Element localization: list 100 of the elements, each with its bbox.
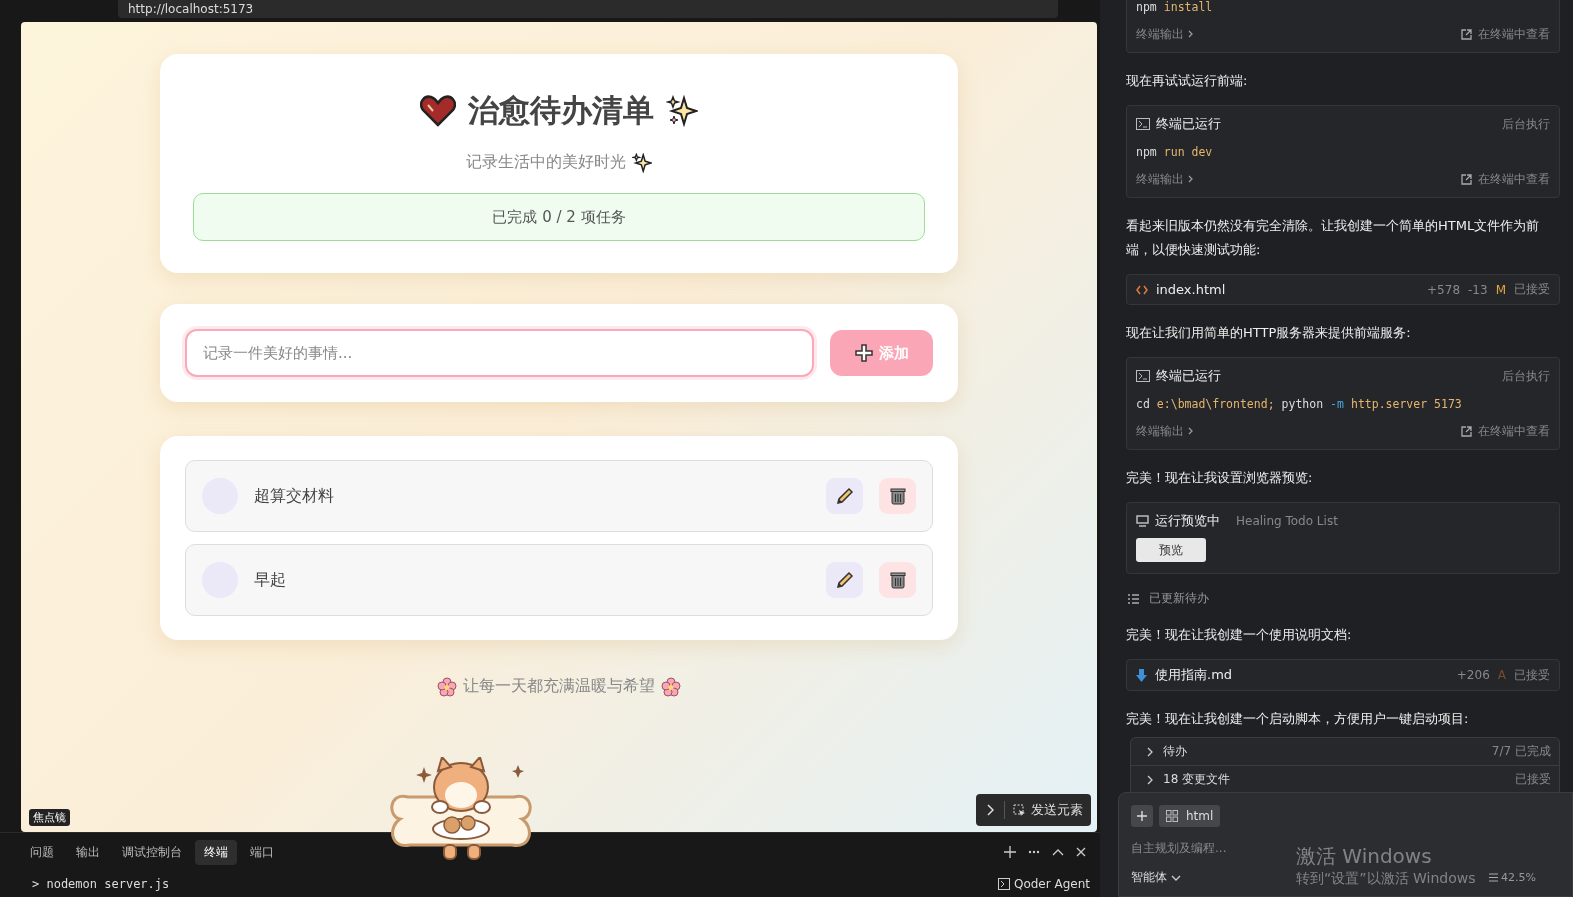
chevron-right-icon	[1147, 746, 1153, 757]
progress-summary: 已完成 0 / 2 项任务	[193, 193, 925, 241]
command-token: cd	[1136, 397, 1150, 411]
panel-tab[interactable]: 问题	[21, 839, 63, 865]
activation-title: 激活 Windows	[1296, 843, 1433, 870]
delete-button[interactable]	[879, 478, 916, 514]
command-token: npm	[1136, 145, 1157, 159]
app-title: 治愈待办清单	[468, 91, 654, 130]
lines-removed: -13	[1468, 282, 1488, 297]
terminal-title: 终端已运行	[1156, 367, 1221, 385]
plus-icon	[1137, 811, 1147, 821]
terminal-output-toggle[interactable]: 终端输出	[1136, 423, 1193, 440]
flower-icon	[661, 676, 681, 697]
file-change-card[interactable]: index.html +578 -13 M 已接受	[1126, 274, 1560, 305]
file-status-label: A	[1497, 668, 1506, 682]
panel-tab[interactable]: 端口	[241, 839, 283, 865]
external-link-icon	[1461, 426, 1472, 437]
trash-icon	[889, 487, 906, 505]
lines-added: +206	[1456, 668, 1490, 682]
terminal-output-toggle[interactable]: 终端输出	[1136, 171, 1193, 188]
agent-label: Qoder Agent	[1013, 877, 1090, 891]
pencil-icon	[834, 486, 855, 506]
terminal-icon	[1136, 118, 1150, 130]
panel-tab[interactable]: 终端	[195, 839, 237, 865]
summary-row[interactable]: 待办 7/7 已完成	[1131, 738, 1559, 766]
command-token: install	[1163, 0, 1213, 14]
lines-added: +578	[1427, 282, 1461, 297]
edit-button[interactable]	[826, 562, 863, 598]
heart-icon	[420, 95, 456, 127]
add-context-button[interactable]	[1131, 805, 1153, 827]
preview-title: 运行预览中	[1155, 512, 1220, 530]
maximize-icon[interactable]	[1052, 848, 1064, 856]
plus-icon	[854, 344, 873, 362]
status-text: 已更新待办	[1149, 590, 1209, 607]
list-icon	[1489, 873, 1499, 882]
chevron-right-icon	[986, 804, 994, 816]
add-icon[interactable]	[1004, 846, 1016, 858]
chat-message: 完美！现在让我设置浏览器预览:	[1126, 469, 1314, 487]
command-token: http.server 5173	[1350, 397, 1462, 411]
activation-hint: 转到“设置”以激活 Windows	[1296, 870, 1476, 888]
command-token: e:\bmad\frontend;	[1156, 397, 1275, 411]
accept-status: 已接受	[1514, 666, 1550, 684]
flower-icon	[437, 676, 457, 697]
panel-tab[interactable]: 输出	[67, 839, 109, 865]
chat-message: 现在让我们用简单的HTTP服务器来提供前端服务:	[1126, 324, 1412, 342]
file-name: index.html	[1156, 282, 1226, 297]
preview-button[interactable]: 预览	[1136, 538, 1206, 562]
code-icon	[1136, 284, 1148, 295]
select-element-icon	[1013, 803, 1026, 817]
todo-text: 早起	[254, 569, 287, 591]
chat-message: 现在再试试运行前端:	[1126, 72, 1249, 90]
panel-tab[interactable]: 调试控制台	[113, 839, 191, 865]
grid-icon	[1166, 810, 1178, 822]
command-token: npm	[1136, 0, 1157, 14]
chevron-down-icon	[1171, 874, 1181, 881]
terminal-line: > nodemon server.js	[32, 877, 170, 891]
focus-badge: 焦点镜	[29, 809, 70, 826]
trash-icon	[889, 571, 906, 589]
terminal-status: 后台执行	[1502, 115, 1550, 133]
mode-dropdown[interactable]: 智能体	[1131, 869, 1181, 886]
app-subtitle: 记录生活中的美好时光	[466, 152, 626, 173]
open-in-terminal-link[interactable]: 在终端中查看	[1478, 423, 1550, 440]
external-link-icon	[1461, 174, 1472, 185]
terminal-icon	[1136, 370, 1150, 382]
chat-message: 完美！现在让我创建一个启动脚本，方便用户一键启动项目:	[1126, 710, 1470, 728]
command-token: run dev	[1163, 145, 1213, 159]
chevron-right-icon	[1187, 175, 1193, 183]
preview-subtitle: Healing Todo List	[1236, 514, 1338, 528]
command-token: python	[1281, 397, 1324, 411]
chevron-right-icon	[1147, 774, 1153, 785]
chevron-right-icon	[1187, 427, 1193, 435]
sparkles-icon	[632, 152, 652, 173]
delete-button[interactable]	[879, 562, 916, 598]
file-change-card[interactable]: 使用指南.md +206 A 已接受	[1126, 659, 1560, 691]
list-icon	[1128, 593, 1139, 604]
chat-message: 看起来旧版本仍然没有完全清除。让我创建一个简单的HTML文件作为前端，以便快速测试功能:	[1126, 217, 1541, 259]
monitor-icon	[1136, 515, 1149, 527]
terminal-status: 后台执行	[1502, 367, 1550, 385]
terminal-icon	[997, 878, 1010, 890]
open-in-terminal-link[interactable]: 在终端中查看	[1478, 171, 1550, 188]
footer-text: 让每一天都充满温暖与希望	[463, 676, 655, 697]
file-name: 使用指南.md	[1155, 666, 1233, 684]
edit-button[interactable]	[826, 478, 863, 514]
close-icon[interactable]	[1076, 847, 1086, 857]
command-token: -m	[1330, 397, 1344, 411]
more-icon[interactable]	[1028, 850, 1040, 854]
chat-message: 完美！现在让我创建一个使用说明文档:	[1126, 626, 1353, 644]
terminal-output-toggle[interactable]: 终端输出	[1136, 26, 1193, 43]
url-field[interactable]: http://localhost:5173	[118, 0, 1058, 18]
external-link-icon	[1461, 29, 1472, 40]
context-chip[interactable]: html	[1159, 805, 1221, 827]
chevron-right-icon	[1187, 30, 1193, 38]
pencil-icon	[834, 570, 855, 590]
terminal-title: 终端已运行	[1156, 115, 1221, 133]
send-element-button[interactable]: 发送元素	[976, 794, 1091, 826]
file-status-label: M	[1495, 282, 1506, 297]
zoom-level: 42.5%	[1501, 871, 1536, 884]
accept-status: 已接受	[1514, 281, 1550, 298]
open-in-terminal-link[interactable]: 在终端中查看	[1478, 26, 1550, 43]
todo-input[interactable]: 记录一件美好的事情...	[185, 329, 814, 377]
